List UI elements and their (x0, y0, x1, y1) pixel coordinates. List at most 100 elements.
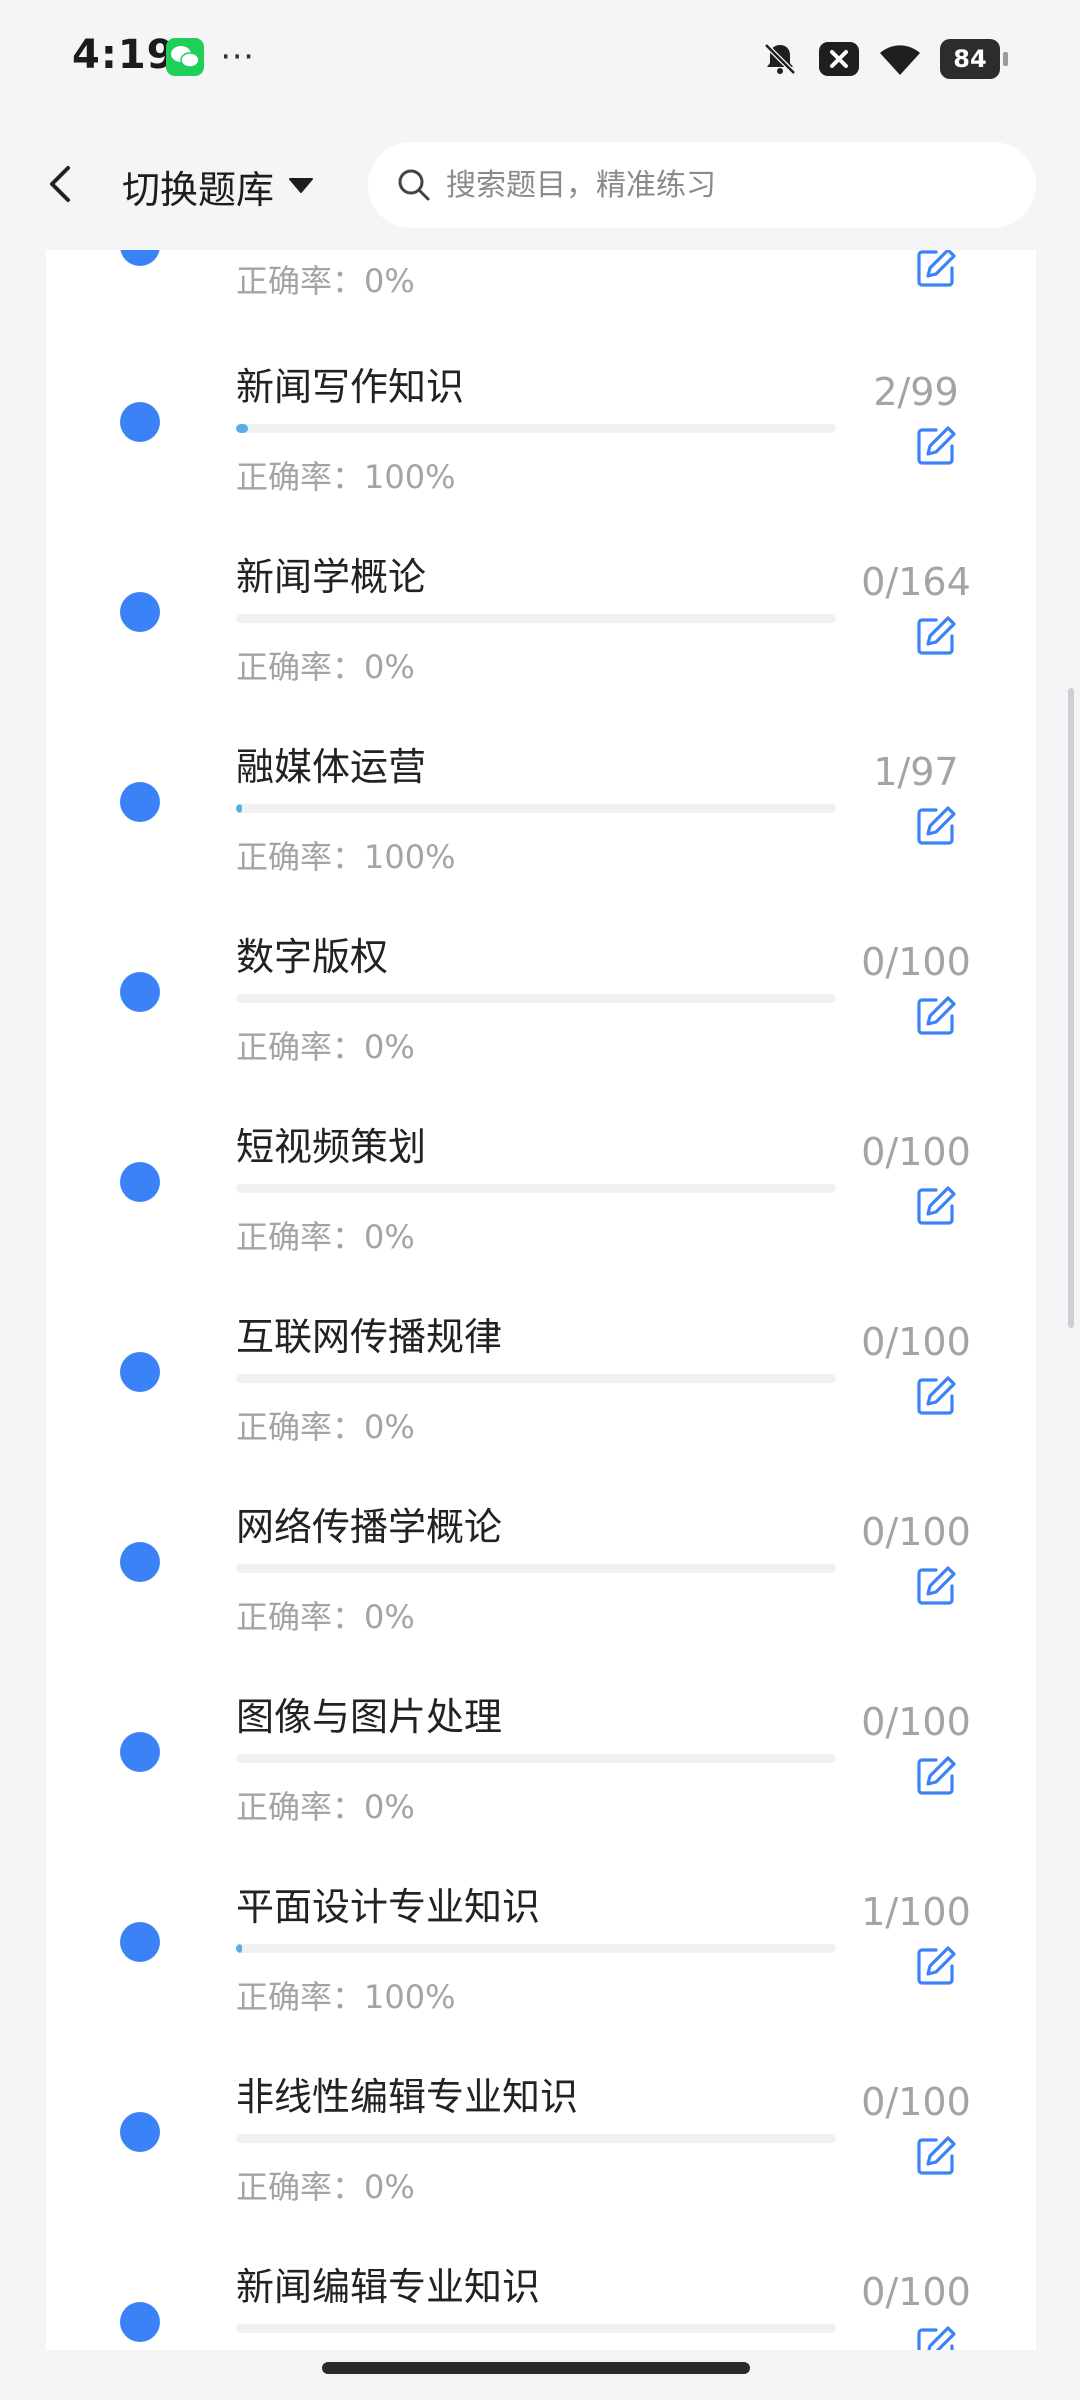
switch-bank-dropdown[interactable]: 切换题库 (122, 158, 314, 214)
edit-icon[interactable] (914, 1564, 958, 1608)
progress-count: 0/100 (861, 1700, 971, 1744)
list-item[interactable]: 数字版权正确率：0% 0/100 (46, 876, 1036, 1066)
edit-icon[interactable] (914, 2134, 958, 2178)
progress-fill (236, 1944, 242, 1953)
item-title: 短视频策划 (236, 1125, 427, 1169)
progress-bar (236, 1184, 836, 1193)
progress-count: 1/100 (861, 1890, 971, 1934)
status-dot (120, 402, 160, 442)
item-title: 融媒体运营 (236, 745, 427, 789)
accuracy-text: 正确率：0% (236, 1788, 415, 1826)
progress-count: 0/100 (861, 1320, 971, 1364)
more-notifications-icon: ⋯ (220, 36, 254, 76)
accuracy-text: 正确率：0% (236, 1408, 415, 1446)
list-item[interactable]: 非线性编辑专业知识正确率：0% 0/100 (46, 2016, 1036, 2206)
status-dot (120, 250, 160, 266)
status-bar: 4:19 ⋯ 84 (0, 0, 1080, 118)
scrollbar-thumb[interactable] (1068, 688, 1074, 1328)
edit-icon[interactable] (914, 2324, 958, 2350)
accuracy-text: 正确率：100% (236, 458, 456, 496)
status-icons: 84 (760, 38, 1008, 80)
item-title: 数字版权 (236, 935, 389, 979)
switch-bank-label: 切换题库 (122, 167, 275, 212)
edit-icon[interactable] (914, 994, 958, 1038)
accuracy-text: 正确率：0% (236, 262, 415, 300)
search-box[interactable] (368, 142, 1036, 228)
accuracy-text: 正确率：0% (236, 1028, 415, 1066)
progress-bar (236, 994, 836, 1003)
progress-fill (236, 424, 248, 433)
chevron-left-icon (50, 166, 70, 202)
list-item[interactable]: 融媒体运营正确率：100% 1/97 (46, 686, 1036, 876)
progress-count: 2/99 (873, 370, 959, 414)
bell-muted-icon (764, 43, 796, 75)
close-box-icon (819, 42, 859, 76)
status-dot (120, 2112, 160, 2152)
status-time: 4:19 (72, 32, 176, 78)
progress-bar (236, 614, 836, 623)
progress-count: 0/164 (861, 560, 971, 604)
search-icon (398, 169, 430, 201)
list-item[interactable]: 短视频策划正确率：0% 0/100 (46, 1066, 1036, 1256)
edit-icon[interactable] (914, 424, 958, 468)
progress-count: 0/100 (861, 940, 971, 984)
status-dot (120, 1352, 160, 1392)
progress-bar (236, 424, 836, 433)
home-indicator[interactable] (322, 2362, 750, 2374)
list-item[interactable]: 新闻写作知识 正确率：100% 2/99 (46, 306, 1036, 496)
accuracy-text: 正确率：0% (236, 648, 415, 686)
list-item[interactable]: 新闻编辑专业知识正确率：0/100 (46, 2206, 1036, 2350)
edit-icon[interactable] (914, 1374, 958, 1418)
progress-count: 1/97 (873, 750, 959, 794)
accuracy-text: 正确率：100% (236, 1978, 456, 2016)
list-item[interactable]: 互联网传播规律正确率：0% 0/100 (46, 1256, 1036, 1446)
item-title: 新闻编辑专业知识 (236, 2265, 541, 2309)
status-dot (120, 1922, 160, 1962)
progress-bar (236, 1564, 836, 1573)
wifi-icon (880, 45, 920, 75)
edit-icon[interactable] (914, 614, 958, 658)
status-dot (120, 1542, 160, 1582)
status-dot (120, 2302, 160, 2342)
list-item-partial[interactable]: 正确率：0% (46, 250, 1036, 310)
list-item[interactable]: 新闻学概论正确率：0% 0/164 (46, 496, 1036, 686)
battery-indicator: 84 (940, 39, 1008, 79)
search-input[interactable] (444, 166, 1004, 204)
progress-bar (236, 1944, 836, 1953)
edit-icon[interactable] (914, 1944, 958, 1988)
progress-bar (236, 804, 836, 813)
status-dot (120, 1732, 160, 1772)
item-title: 互联网传播规律 (236, 1315, 503, 1359)
progress-bar (236, 1754, 836, 1763)
item-title: 非线性编辑专业知识 (236, 2075, 579, 2119)
edit-icon[interactable] (914, 804, 958, 848)
accuracy-text: 正确率：100% (236, 838, 456, 876)
progress-fill (236, 804, 242, 813)
item-title: 网络传播学概论 (236, 1505, 503, 1549)
edit-icon[interactable] (914, 250, 958, 290)
back-button[interactable] (36, 158, 88, 210)
item-title: 平面设计专业知识 (236, 1885, 541, 1929)
question-bank-list: 正确率：0% 新闻写作知识 正确率：100% 2/99 新闻学概论 正确率：0% 0/16… (46, 250, 1036, 2350)
list-item[interactable]: 平面设计专业知识正确率：100% 1/100 (46, 1826, 1036, 2016)
accuracy-text: 正确率：0% (236, 2168, 415, 2206)
item-title: 图像与图片处理 (236, 1695, 503, 1739)
progress-count: 0/100 (861, 2080, 971, 2124)
edit-icon[interactable] (914, 1184, 958, 1228)
list-item[interactable]: 图像与图片处理正确率：0% 0/100 (46, 1636, 1036, 1826)
accuracy-text: 正确率：0% (236, 1218, 415, 1256)
progress-bar (236, 2324, 836, 2333)
edit-icon[interactable] (914, 1754, 958, 1798)
progress-bar (236, 2134, 836, 2143)
status-dot (120, 782, 160, 822)
wechat-notification-icon (166, 38, 204, 76)
item-title: 新闻学概论 (236, 555, 427, 599)
status-dot (120, 592, 160, 632)
caret-down-icon (289, 178, 314, 193)
status-dot (120, 972, 160, 1012)
list-item[interactable]: 网络传播学概论 正确率：0% 0/100 (46, 1446, 1036, 1636)
accuracy-text: 正确率：0% (236, 1598, 415, 1636)
status-dot (120, 1162, 160, 1202)
progress-count: 0/100 (861, 1130, 971, 1174)
progress-count: 0/100 (861, 2270, 971, 2314)
